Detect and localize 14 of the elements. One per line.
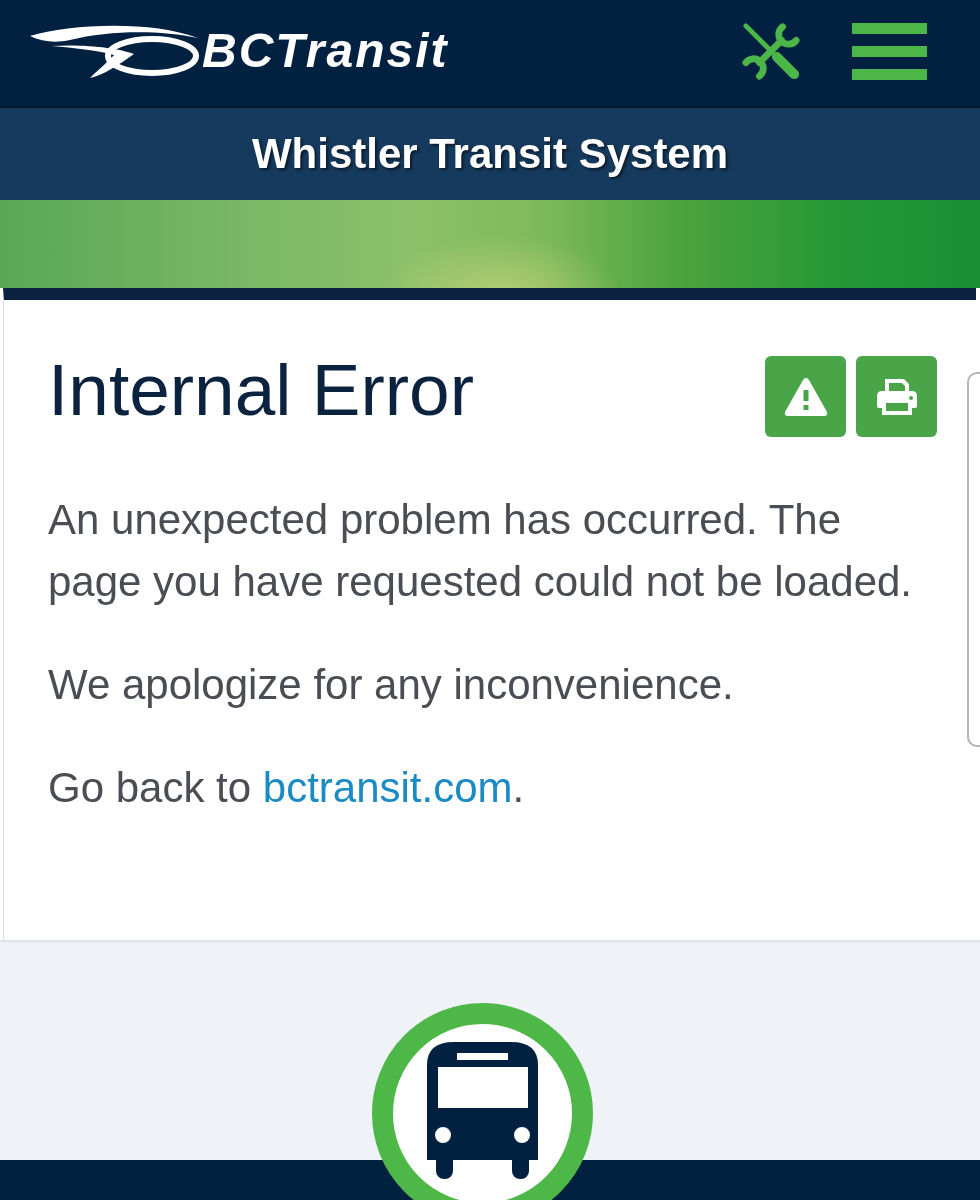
back-link-sentence: Go back to bctransit.com. [48,763,526,813]
menu-icon[interactable] [852,22,927,80]
message-text: An unexpected problem has occurred. The page you have requested could not be loaded. [48,495,913,607]
printer-icon [875,377,918,416]
system-title: Whistler Transit System [251,130,729,178]
home-link[interactable]: bctransit.com [262,764,513,811]
print-button[interactable] [856,356,937,437]
page-title: Internal Error [48,348,474,432]
warning-icon [783,376,828,417]
alert-button[interactable] [765,356,846,437]
edge-panel-handle[interactable] [967,372,980,747]
logo-wordmark[interactable]: BCTransit [202,27,449,75]
message-text: We apologize for any inconvenience. [48,660,735,710]
tools-icon[interactable] [740,21,802,81]
